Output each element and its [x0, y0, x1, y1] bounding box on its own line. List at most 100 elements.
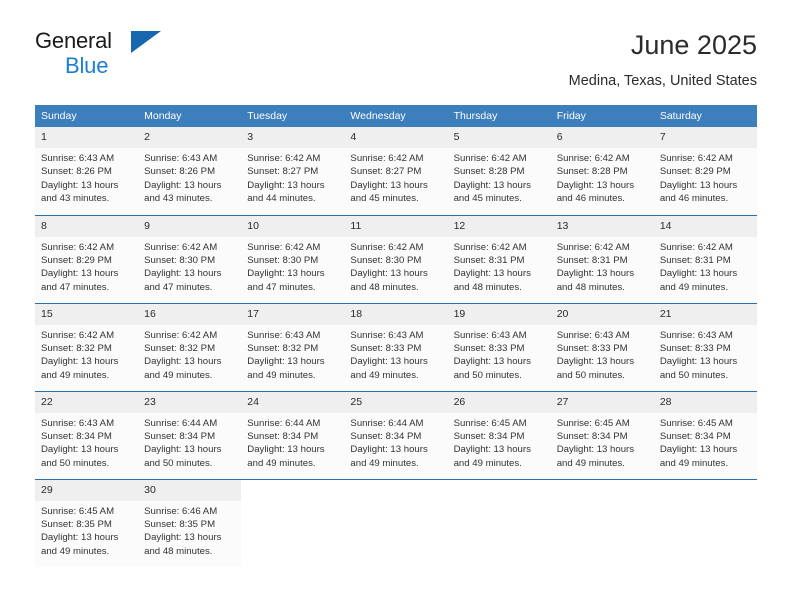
day-number: 2: [138, 127, 242, 148]
sunset-time: Sunset: 8:31 PM: [659, 254, 731, 266]
daylight-duration-line2: and 49 minutes.: [41, 545, 110, 557]
calendar-day-cell[interactable]: 29 Sunrise: 6:45 AM Sunset: 8:35 PM Dayligh…: [35, 478, 139, 567]
calendar-day-cell[interactable]: 6 Sunrise: 6:42 AM Sunset: 8:28 PM Daylight…: [550, 127, 654, 215]
calendar-day-cell[interactable]: 26 Sunrise: 6:45 AM Sunset: 8:34 PM Dayligh…: [447, 390, 551, 479]
calendar-day-cell[interactable]: 10 Sunrise: 6:42 AM Sunset: 8:30 PM Dayligh…: [241, 214, 345, 303]
day-details: Sunrise: 6:42 AM Sunset: 8:29 PM Daylight:…: [654, 148, 757, 206]
sunrise-time: Sunrise: 6:45 AM: [556, 417, 630, 429]
sunset-time: Sunset: 8:34 PM: [659, 430, 731, 442]
sunrise-time: Sunrise: 6:42 AM: [247, 241, 321, 253]
calendar-day-cell[interactable]: 11 Sunrise: 6:42 AM Sunset: 8:30 PM Dayligh…: [344, 214, 448, 303]
daylight-duration-line2: and 49 minutes.: [41, 369, 110, 381]
calendar-day-cell[interactable]: 23 Sunrise: 6:44 AM Sunset: 8:34 PM Dayligh…: [138, 390, 242, 479]
brand-name-top: General: [35, 28, 255, 54]
day-number: 28: [653, 391, 757, 413]
day-details: Sunrise: 6:42 AM Sunset: 8:27 PM Daylight:…: [241, 148, 344, 206]
day-number: 5: [447, 127, 551, 148]
calendar-day-cell[interactable]: 25 Sunrise: 6:44 AM Sunset: 8:34 PM Dayligh…: [344, 390, 448, 479]
sunrise-time: Sunrise: 6:43 AM: [41, 417, 115, 429]
day-cell-inner: 15 Sunrise: 6:42 AM Sunset: 8:32 PM Dayligh…: [35, 303, 139, 391]
day-number: [241, 480, 344, 501]
calendar-day-cell[interactable]: 7 Sunrise: 6:42 AM Sunset: 8:29 PM Daylight…: [653, 127, 757, 215]
day-number: 12: [447, 215, 551, 237]
calendar-day-cell[interactable]: 30 Sunrise: 6:46 AM Sunset: 8:35 PM Dayligh…: [138, 478, 242, 567]
day-cell-inner: 5 Sunrise: 6:42 AM Sunset: 8:28 PM Daylight…: [447, 127, 551, 215]
calendar-day-cell: [241, 478, 345, 567]
calendar-day-cell[interactable]: 3 Sunrise: 6:42 AM Sunset: 8:27 PM Daylight…: [241, 127, 345, 215]
daylight-duration-line2: and 48 minutes.: [453, 281, 522, 293]
sunset-time: Sunset: 8:30 PM: [350, 254, 422, 266]
day-cell-inner: 13 Sunrise: 6:42 AM Sunset: 8:31 PM Dayligh…: [550, 215, 654, 303]
calendar-day-cell[interactable]: 20 Sunrise: 6:43 AM Sunset: 8:33 PM Dayligh…: [550, 302, 654, 391]
calendar-day-cell[interactable]: 17 Sunrise: 6:43 AM Sunset: 8:32 PM Dayligh…: [241, 302, 345, 391]
calendar-day-cell[interactable]: 19 Sunrise: 6:43 AM Sunset: 8:33 PM Dayligh…: [447, 302, 551, 391]
calendar-day-cell[interactable]: 28 Sunrise: 6:45 AM Sunset: 8:34 PM Dayligh…: [653, 390, 757, 479]
daylight-duration-line2: and 49 minutes.: [247, 457, 316, 469]
daylight-duration-line1: Daylight: 13 hours: [453, 179, 531, 191]
daylight-duration-line1: Daylight: 13 hours: [247, 444, 325, 456]
daylight-duration-line1: Daylight: 13 hours: [247, 268, 325, 280]
calendar-day-cell[interactable]: 2 Sunrise: 6:43 AM Sunset: 8:26 PM Daylight…: [138, 127, 242, 215]
day-cell-inner: 20 Sunrise: 6:43 AM Sunset: 8:33 PM Dayligh…: [550, 303, 654, 391]
day-details: Sunrise: 6:42 AM Sunset: 8:29 PM Daylight:…: [35, 237, 138, 295]
day-details: Sunrise: 6:43 AM Sunset: 8:33 PM Daylight:…: [551, 325, 654, 383]
daylight-duration-line1: Daylight: 13 hours: [41, 179, 119, 191]
sunrise-time: Sunrise: 6:43 AM: [247, 329, 321, 341]
daylight-duration-line1: Daylight: 13 hours: [350, 444, 428, 456]
daylight-duration-line1: Daylight: 13 hours: [41, 268, 119, 280]
day-cell-inner: [241, 479, 345, 567]
sunset-time: Sunset: 8:26 PM: [41, 166, 112, 178]
day-cell-inner: 14 Sunrise: 6:42 AM Sunset: 8:31 PM Dayligh…: [653, 215, 757, 303]
sunset-time: Sunset: 8:31 PM: [556, 254, 628, 266]
sunrise-time: Sunrise: 6:46 AM: [144, 505, 218, 517]
day-details: Sunrise: 6:44 AM Sunset: 8:34 PM Daylight:…: [241, 413, 344, 471]
daylight-duration-line2: and 43 minutes.: [144, 193, 213, 205]
calendar-day-cell[interactable]: 15 Sunrise: 6:42 AM Sunset: 8:32 PM Dayligh…: [35, 302, 139, 391]
sunrise-time: Sunrise: 6:42 AM: [41, 329, 115, 341]
day-number: 20: [550, 303, 654, 325]
daylight-duration-line2: and 44 minutes.: [247, 193, 316, 205]
sunrise-time: Sunrise: 6:42 AM: [453, 153, 527, 164]
day-details: Sunrise: 6:44 AM Sunset: 8:34 PM Daylight:…: [138, 413, 241, 471]
day-cell-inner: 9 Sunrise: 6:42 AM Sunset: 8:30 PM Daylight…: [138, 215, 242, 303]
daylight-duration-line1: Daylight: 13 hours: [144, 532, 222, 544]
sunrise-time: Sunrise: 6:42 AM: [350, 241, 424, 253]
calendar-day-cell[interactable]: 16 Sunrise: 6:42 AM Sunset: 8:32 PM Dayligh…: [138, 302, 242, 391]
calendar-day-cell[interactable]: 24 Sunrise: 6:44 AM Sunset: 8:34 PM Dayligh…: [241, 390, 345, 479]
daylight-duration-line2: and 49 minutes.: [556, 457, 625, 469]
day-number: [344, 480, 447, 501]
calendar-day-cell[interactable]: 1 Sunrise: 6:43 AM Sunset: 8:26 PM Daylight…: [35, 127, 139, 215]
day-details: Sunrise: 6:42 AM Sunset: 8:28 PM Daylight:…: [448, 148, 551, 206]
calendar-day-cell[interactable]: 13 Sunrise: 6:42 AM Sunset: 8:31 PM Dayligh…: [550, 214, 654, 303]
day-details: Sunrise: 6:42 AM Sunset: 8:31 PM Daylight:…: [551, 237, 654, 295]
sunset-time: Sunset: 8:27 PM: [247, 166, 319, 178]
day-cell-inner: 29 Sunrise: 6:45 AM Sunset: 8:35 PM Dayligh…: [35, 479, 139, 567]
calendar-day-cell[interactable]: 21 Sunrise: 6:43 AM Sunset: 8:33 PM Dayligh…: [653, 302, 757, 391]
sunset-time: Sunset: 8:30 PM: [247, 254, 319, 266]
day-cell-inner: 18 Sunrise: 6:43 AM Sunset: 8:33 PM Dayligh…: [344, 303, 448, 391]
calendar-day-cell[interactable]: 27 Sunrise: 6:45 AM Sunset: 8:34 PM Dayligh…: [550, 390, 654, 479]
day-number: 19: [447, 303, 551, 325]
daylight-duration-line2: and 45 minutes.: [350, 193, 419, 205]
sunrise-time: Sunrise: 6:42 AM: [41, 241, 115, 253]
daylight-duration-line2: and 49 minutes.: [453, 457, 522, 469]
day-details: Sunrise: 6:45 AM Sunset: 8:34 PM Daylight:…: [654, 413, 757, 471]
calendar-day-cell[interactable]: 8 Sunrise: 6:42 AM Sunset: 8:29 PM Daylight…: [35, 214, 139, 303]
calendar-day-cell[interactable]: 5 Sunrise: 6:42 AM Sunset: 8:28 PM Daylight…: [447, 127, 551, 215]
calendar-day-cell[interactable]: 14 Sunrise: 6:42 AM Sunset: 8:31 PM Dayligh…: [653, 214, 757, 303]
day-details: Sunrise: 6:43 AM Sunset: 8:32 PM Daylight:…: [241, 325, 344, 383]
calendar-day-cell[interactable]: 9 Sunrise: 6:42 AM Sunset: 8:30 PM Daylight…: [138, 214, 242, 303]
calendar-day-cell[interactable]: 18 Sunrise: 6:43 AM Sunset: 8:33 PM Dayligh…: [344, 302, 448, 391]
sunset-time: Sunset: 8:32 PM: [247, 342, 319, 354]
weekday-header-friday: Friday: [550, 105, 654, 127]
calendar-week-row: 29 Sunrise: 6:45 AM Sunset: 8:35 PM Dayligh…: [35, 478, 757, 567]
calendar-day-cell[interactable]: 22 Sunrise: 6:43 AM Sunset: 8:34 PM Dayligh…: [35, 390, 139, 479]
calendar-day-cell: [550, 478, 654, 567]
calendar-day-cell[interactable]: 12 Sunrise: 6:42 AM Sunset: 8:31 PM Dayligh…: [447, 214, 551, 303]
calendar-day-cell[interactable]: 4 Sunrise: 6:42 AM Sunset: 8:27 PM Daylight…: [344, 127, 448, 215]
brand-logo[interactable]: General Blue: [35, 28, 255, 84]
day-cell-inner: 11 Sunrise: 6:42 AM Sunset: 8:30 PM Dayligh…: [344, 215, 448, 303]
day-cell-inner: 26 Sunrise: 6:45 AM Sunset: 8:34 PM Dayligh…: [447, 391, 551, 479]
page-subtitle: Medina, Texas, United States: [568, 73, 757, 89]
sunset-time: Sunset: 8:33 PM: [350, 342, 422, 354]
